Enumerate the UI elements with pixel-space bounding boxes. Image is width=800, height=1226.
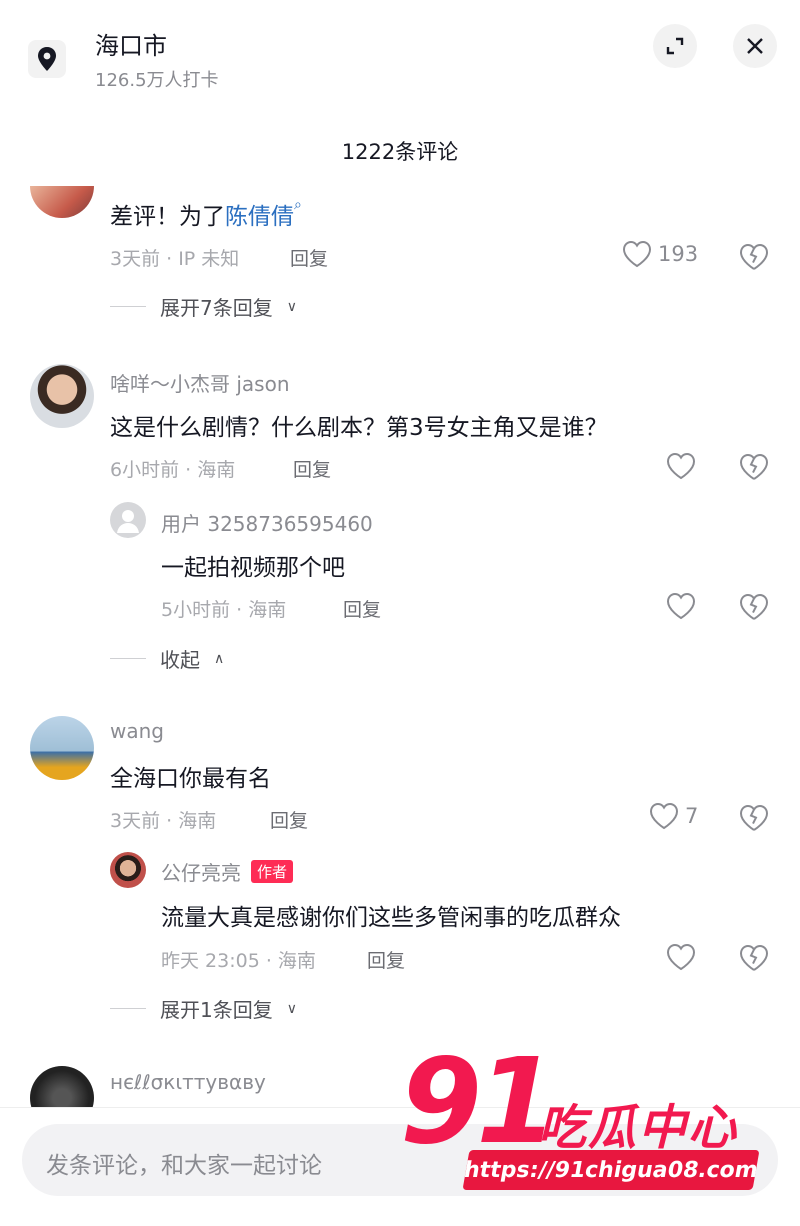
chevron-down-icon: ∨ — [286, 298, 297, 315]
avatar[interactable] — [30, 186, 94, 218]
username[interactable]: 用户 3258736595460 — [161, 508, 373, 537]
comment-text: 这是什么剧情？什么剧本？第3号女主角又是谁？ — [110, 415, 608, 441]
location-icon — [28, 40, 66, 78]
author-badge: 作者 — [251, 860, 294, 883]
username[interactable]: wang — [110, 719, 164, 743]
watermark-brand: 吃瓜中心 — [538, 1100, 739, 1156]
close-icon[interactable] — [733, 24, 777, 68]
mention-link[interactable]: 陈倩倩 — [225, 204, 294, 230]
chevron-up-icon: ∧ — [214, 650, 225, 667]
avatar[interactable] — [30, 364, 94, 428]
dislike-icon[interactable] — [738, 590, 770, 622]
location-title[interactable]: 海口市 — [95, 26, 167, 61]
comment-input-placeholder[interactable]: 发条评论，和大家一起讨论 — [46, 1146, 322, 1180]
heart-icon[interactable] — [666, 452, 696, 480]
username[interactable]: 啥咩～小杰哥 jason — [110, 368, 290, 397]
collapse-replies-button[interactable]: 收起 ∧ — [110, 644, 224, 673]
comment-text: 差评！为了陈倩倩⌕ — [110, 197, 302, 230]
heart-icon[interactable] — [666, 592, 696, 620]
watermark-logo: 91 — [400, 1032, 558, 1170]
watermark-url: https://91chigua08.com — [462, 1150, 760, 1190]
heart-icon[interactable] — [666, 943, 696, 971]
expand-replies-button[interactable]: 展开7条回复 ∨ — [110, 292, 297, 321]
reply-meta: 昨天 23:05 · 海南 — [161, 950, 316, 972]
reply-text: 流量大真是感谢你们这些多管闲事的吃瓜群众 — [161, 905, 621, 931]
comment-meta: 3天前 · IP 未知 — [110, 248, 240, 270]
reply-text: 一起拍视频那个吧 — [161, 555, 345, 581]
avatar[interactable] — [110, 852, 146, 888]
reply-button[interactable]: 回复 — [270, 806, 308, 833]
dislike-icon[interactable] — [738, 941, 770, 973]
dislike-icon[interactable] — [738, 801, 770, 833]
expand-replies-button[interactable]: 展开1条回复 ∨ — [110, 994, 297, 1023]
like-button[interactable]: 7 — [649, 802, 698, 830]
comment-count: 1222条评论 — [341, 140, 459, 164]
dislike-icon[interactable] — [738, 240, 770, 272]
username[interactable]: 公仔亮亮 作者 — [161, 857, 294, 886]
reply-meta: 5小时前 · 海南 — [161, 599, 287, 621]
comment-meta: 6小时前 · 海南 — [110, 459, 236, 481]
dislike-icon[interactable] — [738, 450, 770, 482]
heart-icon — [649, 802, 679, 830]
like-count: 7 — [685, 804, 699, 828]
like-button[interactable]: 193 — [622, 240, 698, 268]
reply-button[interactable]: 回复 — [293, 455, 331, 482]
reply-button[interactable]: 回复 — [367, 946, 405, 973]
avatar[interactable] — [30, 716, 94, 780]
heart-icon — [622, 240, 652, 268]
reply-button[interactable]: 回复 — [343, 595, 381, 622]
chevron-down-icon: ∨ — [286, 1000, 297, 1017]
default-avatar-icon[interactable] — [110, 502, 146, 538]
comment-meta: 3天前 · 海南 — [110, 810, 217, 832]
reply-button[interactable]: 回复 — [290, 244, 328, 271]
like-count: 193 — [658, 242, 699, 266]
search-icon[interactable]: ⌕ — [294, 197, 302, 213]
username[interactable]: нєℓℓσкιттувαву — [110, 1070, 266, 1094]
expand-icon[interactable] — [653, 24, 697, 68]
checkin-count: 126.5万人打卡 — [95, 70, 219, 91]
comment-text: 全海口你最有名 — [110, 766, 271, 792]
